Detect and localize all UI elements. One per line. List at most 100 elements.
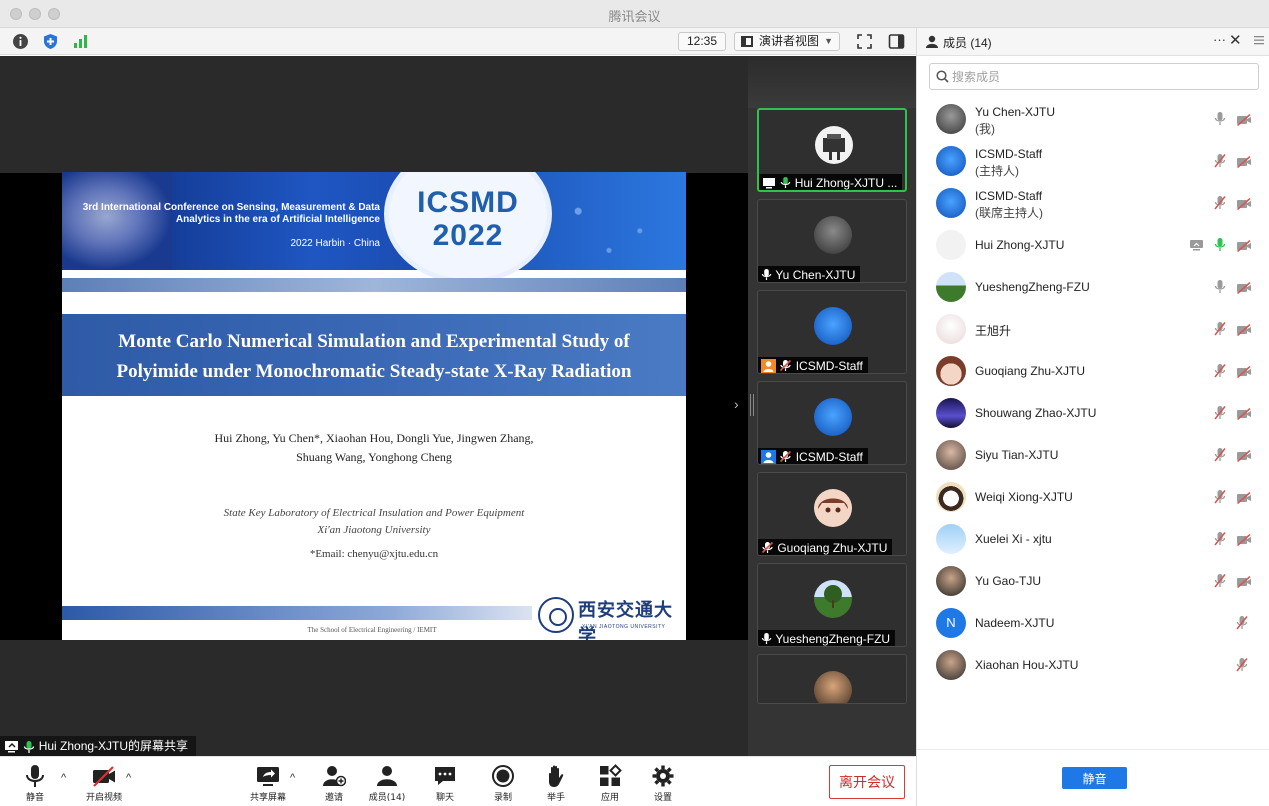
share-screen-button[interactable]: 共享屏幕 xyxy=(240,761,296,805)
video-tile-icsmd-staff-cohost[interactable]: ICSMD-Staff xyxy=(757,381,907,465)
member-row[interactable]: 王旭升 xyxy=(917,308,1269,350)
camera-off-icon[interactable] xyxy=(1236,407,1252,425)
member-row[interactable]: Siyu Tian-XJTU xyxy=(917,434,1269,476)
member-row[interactable]: Xuelei Xi - xjtu xyxy=(917,518,1269,560)
member-row[interactable]: N Nadeem-XJTU xyxy=(917,602,1269,644)
mic-speaking-icon[interactable] xyxy=(1214,237,1226,257)
mic-muted-icon[interactable] xyxy=(1214,531,1226,551)
member-row[interactable]: ICSMD-Staff (联席主持人) xyxy=(917,182,1269,224)
video-tile-icsmd-staff-host[interactable]: ICSMD-Staff xyxy=(757,290,907,374)
member-search-input[interactable] xyxy=(952,68,1242,86)
screen-share-icon xyxy=(1189,238,1204,256)
member-row[interactable]: Weiqi Xiong-XJTU xyxy=(917,476,1269,518)
video-tile-guoqiang-zhu[interactable]: Guoqiang Zhu-XJTU xyxy=(757,472,907,556)
mic-muted-icon xyxy=(780,360,792,372)
mic-muted-icon[interactable] xyxy=(1214,405,1226,425)
record-button[interactable]: 录制 xyxy=(475,761,531,805)
mic-muted-icon[interactable] xyxy=(1214,447,1226,467)
search-icon xyxy=(936,70,949,83)
video-tile-hui-zhong[interactable]: Hui Zhong-XJTU ... xyxy=(757,108,907,192)
mic-icon xyxy=(761,633,772,645)
menu-icon[interactable] xyxy=(1253,33,1265,47)
share-options-caret-icon[interactable]: ^ xyxy=(290,772,295,784)
member-name: Weiqi Xiong-XJTU xyxy=(975,490,1073,504)
video-tile-partial[interactable] xyxy=(757,654,907,704)
start-video-button[interactable]: 开启视频 xyxy=(76,761,132,805)
camera-off-icon[interactable] xyxy=(1236,323,1252,341)
member-row[interactable]: Shouwang Zhao-XJTU xyxy=(917,392,1269,434)
camera-off-icon[interactable] xyxy=(1236,281,1252,299)
mic-muted-icon[interactable] xyxy=(1214,363,1226,383)
tile-name: ICSMD-Staff xyxy=(795,449,863,464)
mic-icon xyxy=(761,269,772,281)
member-list: Yu Chen-XJTU (我) ICSMD-Staff (主持人) ICSMD-Sta… xyxy=(917,98,1269,718)
leave-meeting-button[interactable]: 离开会议 xyxy=(829,765,905,799)
camera-off-icon[interactable] xyxy=(1236,491,1252,509)
member-search-box[interactable] xyxy=(929,63,1259,90)
mic-muted-icon[interactable] xyxy=(1236,657,1248,677)
camera-off-icon[interactable] xyxy=(1236,197,1252,215)
start-video-label: 开启视频 xyxy=(85,793,122,803)
video-options-caret-icon[interactable]: ^ xyxy=(126,772,131,784)
member-row[interactable]: YueshengZheng-FZU xyxy=(917,266,1269,308)
screen-share-icon xyxy=(763,177,775,189)
avatar xyxy=(936,356,966,386)
share-screen-icon xyxy=(257,767,279,786)
mic-muted-icon[interactable] xyxy=(1236,615,1248,635)
avatar xyxy=(814,489,852,527)
mute-all-button[interactable]: 静音 xyxy=(1062,767,1127,789)
chat-button[interactable]: 聊天 xyxy=(417,761,473,805)
screen-share-icon xyxy=(5,740,18,753)
audio-options-caret-icon[interactable]: ^ xyxy=(61,772,66,784)
members-button[interactable]: 成员(14) xyxy=(359,761,415,805)
slide-footer: The School of Electrical Engineering / I… xyxy=(307,626,437,634)
fullscreen-icon[interactable] xyxy=(856,33,873,50)
apps-button[interactable]: 应用 xyxy=(582,761,638,805)
mic-icon[interactable] xyxy=(1214,111,1226,131)
member-name: Shouwang Zhao-XJTU xyxy=(975,406,1097,420)
member-row[interactable]: ICSMD-Staff (主持人) xyxy=(917,140,1269,182)
camera-off-icon[interactable] xyxy=(1236,113,1252,131)
camera-off-icon[interactable] xyxy=(1236,575,1252,593)
camera-off-icon[interactable] xyxy=(1236,155,1252,173)
collapse-strip-chevron-icon[interactable]: › xyxy=(734,396,739,412)
member-name: Xiaohan Hou-XJTU xyxy=(975,658,1079,672)
member-row[interactable]: Xiaohan Hou-XJTU xyxy=(917,644,1269,686)
security-shield-icon[interactable] xyxy=(42,33,59,50)
avatar xyxy=(814,580,852,618)
mic-muted-icon[interactable] xyxy=(1214,321,1226,341)
network-signal-icon[interactable] xyxy=(72,33,89,50)
member-row[interactable]: Guoqiang Zhu-XJTU xyxy=(917,350,1269,392)
avatar xyxy=(814,307,852,345)
toggle-sidebar-icon[interactable] xyxy=(888,33,905,50)
video-tile-yuesheng-zheng[interactable]: YueshengZheng-FZU xyxy=(757,563,907,647)
camera-off-icon[interactable] xyxy=(1236,239,1252,257)
university-emblem-icon xyxy=(538,597,574,633)
camera-off-icon[interactable] xyxy=(1236,449,1252,467)
camera-off-icon[interactable] xyxy=(1236,365,1252,383)
member-row[interactable]: Hui Zhong-XJTU xyxy=(917,224,1269,266)
mute-button[interactable]: 静音 xyxy=(7,761,63,805)
settings-button[interactable]: 设置 xyxy=(635,761,691,805)
close-icon[interactable]: ✕ xyxy=(1229,31,1242,49)
member-row[interactable]: Yu Gao-TJU xyxy=(917,560,1269,602)
mic-muted-icon[interactable] xyxy=(1214,153,1226,173)
view-mode-select[interactable]: 演讲者视图 ▼ xyxy=(734,32,840,51)
info-icon[interactable] xyxy=(12,33,29,50)
mic-muted-icon[interactable] xyxy=(1214,573,1226,593)
avatar xyxy=(936,104,966,134)
mic-icon[interactable] xyxy=(1214,279,1226,299)
mic-muted-icon[interactable] xyxy=(1214,195,1226,215)
video-tile-yu-chen[interactable]: Yu Chen-XJTU xyxy=(757,199,907,283)
invite-button[interactable]: 邀请 xyxy=(306,761,362,805)
speaker-view-icon xyxy=(741,36,753,47)
camera-off-icon[interactable] xyxy=(1236,533,1252,551)
mic-muted-icon[interactable] xyxy=(1214,489,1226,509)
strip-resize-handle[interactable] xyxy=(750,394,754,416)
member-row[interactable]: Yu Chen-XJTU (我) xyxy=(917,98,1269,140)
more-options-icon[interactable]: ··· xyxy=(1213,32,1226,47)
tile-name-tag: Guoqiang Zhu-XJTU xyxy=(758,539,893,555)
raise-hand-button[interactable]: 举手 xyxy=(528,761,584,805)
slide-title-box: Monte Carlo Numerical Simulation and Exp… xyxy=(62,314,686,396)
member-role: (主持人) xyxy=(975,164,1019,178)
